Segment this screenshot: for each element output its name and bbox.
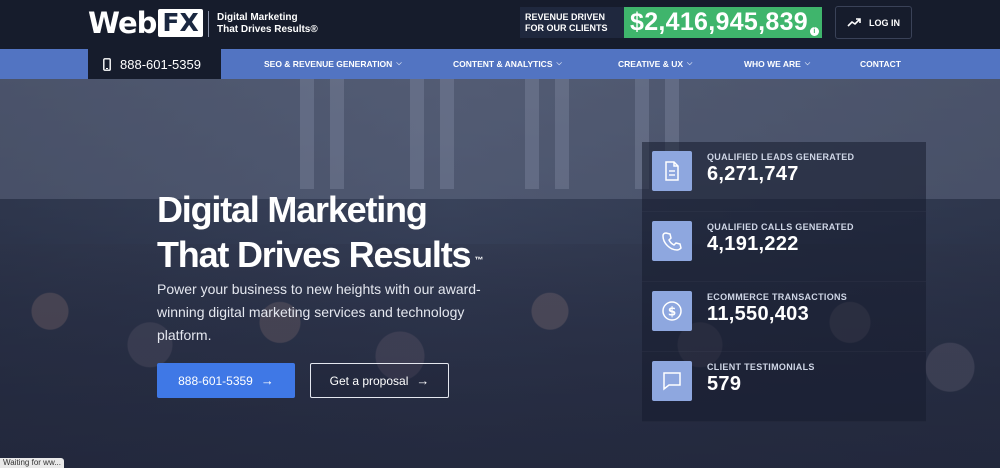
get-proposal-button[interactable]: Get a proposal → xyxy=(310,363,449,398)
revenue-label-line-2: FOR OUR CLIENTS xyxy=(525,23,608,33)
hero-title: Digital Marketing That Drives Results ™ xyxy=(157,187,517,277)
nav-phone-link[interactable]: 888-601-5359 xyxy=(88,49,221,79)
webfx-logo[interactable]: Web FX xyxy=(88,6,203,40)
chevron-down-icon: ⌵ xyxy=(804,60,811,67)
logo-fx-text: FX xyxy=(158,9,203,37)
tagline-line-2: That Drives Results® xyxy=(217,24,318,35)
nav-item-who-we-are[interactable]: WHO WE ARE ⌵ xyxy=(744,49,810,79)
logo-web-text: Web xyxy=(88,6,157,40)
building-column xyxy=(300,79,314,189)
stat-card: CLIENT TESTIMONIALS 579 xyxy=(642,352,926,422)
nav-item-creative[interactable]: CREATIVE & UX ⌵ xyxy=(618,49,692,79)
stat-value: 579 xyxy=(707,373,742,395)
building-column xyxy=(410,79,424,189)
login-button[interactable]: LOG IN xyxy=(835,6,912,39)
trademark-symbol: ™ xyxy=(474,255,484,265)
stat-value: 11,550,403 xyxy=(707,303,809,325)
nav-item-label: WHO WE ARE xyxy=(744,59,801,69)
stat-value: 4,191,222 xyxy=(707,233,799,255)
info-icon[interactable]: i xyxy=(810,27,819,36)
stat-label: ECOMMERCE TRANSACTIONS xyxy=(707,292,848,302)
browser-status-bar: Waiting for ww... xyxy=(0,458,64,468)
chevron-down-icon: ⌵ xyxy=(687,60,693,67)
stat-label: QUALIFIED LEADS GENERATED xyxy=(707,152,855,162)
trend-icon xyxy=(847,17,861,27)
chevron-down-icon: ⌵ xyxy=(396,60,402,67)
revenue-label: REVENUE DRIVEN FOR OUR CLIENTS xyxy=(520,7,624,38)
nav-item-label: CONTACT xyxy=(860,59,901,69)
dollar-icon: $ xyxy=(652,291,692,331)
nav-item-label: CREATIVE & UX xyxy=(618,59,684,69)
stat-label: QUALIFIED CALLS GENERATED xyxy=(707,222,854,232)
get-proposal-label: Get a proposal xyxy=(329,373,409,388)
revenue-value-text: $2,416,945,839 xyxy=(630,8,808,36)
chevron-down-icon: ⌵ xyxy=(556,60,562,67)
top-header: Web FX Digital Marketing That Drives Res… xyxy=(0,0,1000,49)
nav-item-label: SEO & REVENUE GENERATION xyxy=(264,59,393,69)
hero-title-line-2: That Drives Results ™ xyxy=(157,232,517,277)
call-button[interactable]: 888-601-5359 → xyxy=(157,363,295,398)
nav-phone-number: 888-601-5359 xyxy=(120,56,201,72)
hero-title-line-1: Digital Marketing xyxy=(157,189,428,230)
logo-divider xyxy=(208,11,209,37)
hero-section: Digital Marketing That Drives Results ™ P… xyxy=(0,79,1000,468)
mobile-phone-icon xyxy=(103,57,111,71)
nav-item-contact[interactable]: CONTACT xyxy=(860,49,901,79)
revenue-label-line-1: REVENUE DRIVEN xyxy=(525,12,606,22)
nav-item-seo[interactable]: SEO & REVENUE GENERATION ⌵ xyxy=(264,49,402,79)
building-column xyxy=(525,79,539,189)
revenue-value: $2,416,945,839 i xyxy=(624,7,822,38)
nav-item-content[interactable]: CONTENT & ANALYTICS ⌵ xyxy=(453,49,562,79)
phone-icon xyxy=(652,221,692,261)
stat-card: $ ECOMMERCE TRANSACTIONS 11,550,403 xyxy=(642,282,926,352)
building-column xyxy=(330,79,344,189)
arrow-right-icon: → xyxy=(260,373,274,388)
call-button-label: 888-601-5359 xyxy=(178,373,253,388)
nav-item-label: CONTENT & ANALYTICS xyxy=(453,59,553,69)
main-nav: 888-601-5359 SEO & REVENUE GENERATION ⌵ … xyxy=(0,49,1000,79)
tagline-line-1: Digital Marketing xyxy=(217,12,298,23)
hero-subtitle: Power your business to new heights with … xyxy=(157,281,481,343)
arrow-right-icon: → xyxy=(416,373,430,388)
svg-text:$: $ xyxy=(668,305,676,319)
building-column xyxy=(440,79,454,189)
revenue-counter: REVENUE DRIVEN FOR OUR CLIENTS $2,416,94… xyxy=(520,7,822,38)
chat-icon xyxy=(652,361,692,401)
logo-tagline: Digital Marketing That Drives Results® xyxy=(217,12,337,36)
stat-label: CLIENT TESTIMONIALS xyxy=(707,362,815,372)
hero-title-line-2-text: That Drives Results xyxy=(157,234,472,275)
building-column xyxy=(555,79,569,189)
login-label: LOG IN xyxy=(869,17,900,28)
stat-card: QUALIFIED LEADS GENERATED 6,271,747 xyxy=(642,142,926,212)
stat-value: 6,271,747 xyxy=(707,163,799,185)
document-icon xyxy=(652,151,692,191)
stats-panel: QUALIFIED LEADS GENERATED 6,271,747 QUAL… xyxy=(642,142,926,422)
stat-card: QUALIFIED CALLS GENERATED 4,191,222 xyxy=(642,212,926,282)
